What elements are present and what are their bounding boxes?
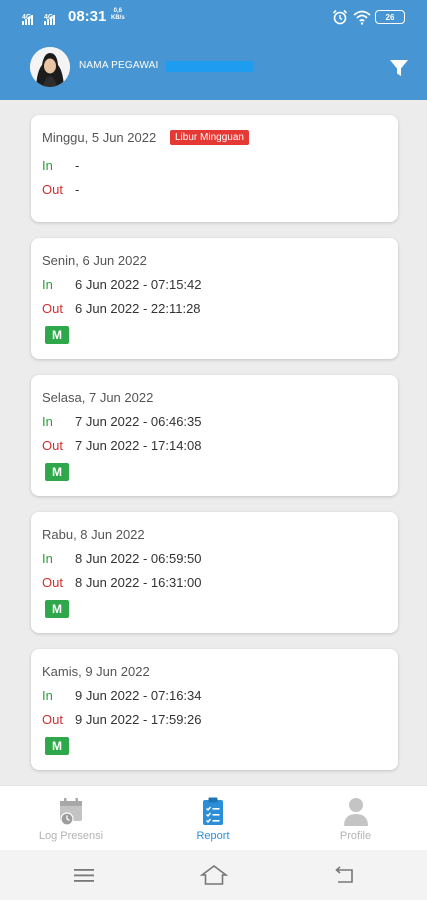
check-in-time: - (75, 158, 80, 173)
status-bar: 4G 4G 08:31 0,6 KB/s 26 (0, 0, 427, 36)
battery-icon: 26 (375, 10, 405, 24)
clock-time: 08:31 (68, 8, 107, 25)
attendance-card[interactable]: Minggu, 5 Jun 2022 Libur Mingguan In - O… (31, 115, 398, 222)
check-out-label: Out (42, 575, 63, 590)
status-badge: M (45, 463, 69, 481)
check-in-time: 9 Jun 2022 - 07:16:34 (75, 688, 202, 703)
attendance-card[interactable]: Selasa, 7 Jun 2022 In 7 Jun 2022 - 06:46… (31, 375, 398, 496)
check-in-label: In (42, 688, 53, 703)
check-out-label: Out (42, 438, 63, 453)
nav-label: Profile (339, 830, 372, 842)
nav-label: Report (196, 830, 230, 842)
nav-item-profile[interactable]: Profile (284, 786, 427, 851)
menu-icon[interactable] (70, 863, 98, 887)
nav-item-log-presensi[interactable]: Log Presensi (0, 786, 142, 851)
check-out-time: 9 Jun 2022 - 17:59:26 (75, 712, 202, 727)
alarm-icon (332, 9, 348, 25)
check-out-time: 7 Jun 2022 - 17:14:08 (75, 438, 202, 453)
check-in-time: 7 Jun 2022 - 06:46:35 (75, 414, 202, 429)
home-icon[interactable] (200, 863, 228, 887)
check-in-label: In (42, 414, 53, 429)
check-in-time: 8 Jun 2022 - 06:59:50 (75, 551, 202, 566)
check-in-label: In (42, 551, 53, 566)
card-date: Senin, 6 Jun 2022 (42, 253, 147, 268)
status-badge: M (45, 326, 69, 344)
attendance-card[interactable]: Rabu, 8 Jun 2022 In 8 Jun 2022 - 06:59:5… (31, 512, 398, 633)
attendance-card[interactable]: Kamis, 9 Jun 2022 In 9 Jun 2022 - 07:16:… (31, 649, 398, 770)
check-out-label: Out (42, 182, 63, 197)
battery-level: 26 (385, 12, 395, 22)
status-badge: M (45, 600, 69, 618)
holiday-badge: Libur Mingguan (170, 130, 249, 145)
signal-icon: 4G (22, 9, 39, 25)
avatar-image (30, 47, 70, 87)
check-out-time: - (75, 182, 80, 197)
person-icon (343, 798, 368, 826)
bottom-navigation: Log Presensi Report Profile (0, 785, 427, 850)
back-icon[interactable] (330, 863, 358, 887)
check-out-label: Out (42, 301, 63, 316)
clipboard-checklist-icon (203, 797, 223, 825)
check-out-label: Out (42, 712, 63, 727)
check-out-time: 8 Jun 2022 - 16:31:00 (75, 575, 202, 590)
nav-item-report[interactable]: Report (142, 786, 284, 851)
check-in-label: In (42, 277, 53, 292)
card-date: Rabu, 8 Jun 2022 (42, 527, 145, 542)
name-redaction-bar (166, 61, 253, 72)
filter-button[interactable] (386, 55, 412, 81)
card-date: Selasa, 7 Jun 2022 (42, 390, 154, 405)
attendance-list[interactable]: Minggu, 5 Jun 2022 Libur Mingguan In - O… (0, 100, 427, 785)
attendance-card[interactable]: Senin, 6 Jun 2022 In 6 Jun 2022 - 07:15:… (31, 238, 398, 359)
wifi-icon (353, 10, 371, 25)
network-speed: 0,6 KB/s (111, 8, 125, 21)
check-in-label: In (42, 158, 53, 173)
signal-icon-2: 4G (44, 9, 61, 25)
avatar[interactable] (30, 47, 70, 87)
card-date: Kamis, 9 Jun 2022 (42, 664, 150, 679)
check-in-time: 6 Jun 2022 - 07:15:42 (75, 277, 202, 292)
filter-icon (390, 60, 408, 76)
nav-label: Log Presensi (38, 830, 104, 842)
system-navigation-bar (0, 850, 427, 900)
card-date: Minggu, 5 Jun 2022 (42, 130, 157, 145)
calendar-clock-icon (60, 798, 82, 826)
status-badge: M (45, 737, 69, 755)
app-header: NAMA PEGAWAI (0, 36, 427, 100)
employee-name: NAMA PEGAWAI (79, 60, 159, 71)
check-out-time: 6 Jun 2022 - 22:11:28 (75, 301, 201, 316)
